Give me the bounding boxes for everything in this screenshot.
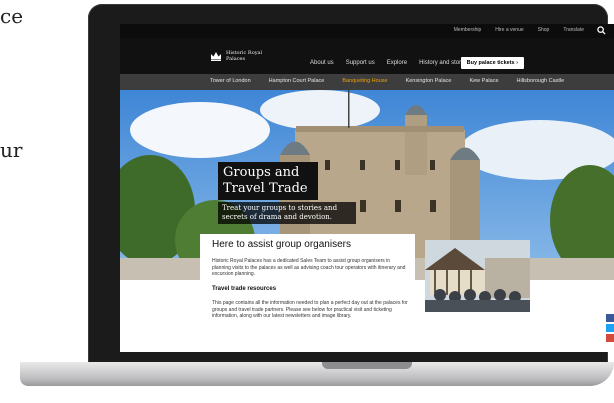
palace-link-hampton-court[interactable]: Hampton Court Palace xyxy=(269,78,325,84)
laptop-base xyxy=(20,362,614,386)
hero-subtitle: Treat your groups to stories and secrets… xyxy=(218,202,356,224)
nav-support-us[interactable]: Support us xyxy=(346,60,375,66)
utility-nav: Membership Hire a venue Shop Translate xyxy=(454,27,584,33)
search-icon[interactable] xyxy=(597,26,606,35)
twitter-icon[interactable] xyxy=(606,324,614,332)
chevron-right-icon: › xyxy=(516,60,518,66)
buy-tickets-label: Buy palace tickets xyxy=(466,60,515,66)
palace-link-tower-of-london[interactable]: Tower of London xyxy=(210,78,251,84)
laptop-notch xyxy=(322,362,412,369)
group-photo xyxy=(425,240,530,312)
section-heading: Travel trade resources xyxy=(212,286,277,292)
content-card: Here to assist group organisers Historic… xyxy=(200,234,415,352)
utility-bar: Membership Hire a venue Shop Translate xyxy=(120,24,614,38)
main-nav: About us Support us Explore History and … xyxy=(310,60,469,66)
palace-link-hillsborough[interactable]: Hillsborough Castle xyxy=(517,78,565,84)
crown-logo-icon[interactable] xyxy=(210,50,222,62)
hero-title: Groups and Travel Trade xyxy=(218,162,318,200)
palace-link-kensington[interactable]: Kensington Palace xyxy=(406,78,452,84)
logo-text[interactable]: Historic Royal Palaces xyxy=(226,50,266,62)
palace-link-kew[interactable]: Kew Palace xyxy=(469,78,498,84)
laptop-screen: Membership Hire a venue Shop Translate H… xyxy=(120,24,614,352)
body-paragraph: This page contains all the information n… xyxy=(212,300,408,319)
main-header: Historic Royal Palaces About us Support … xyxy=(120,38,614,74)
palace-nav: Tower of London Hampton Court Palace Ban… xyxy=(210,78,564,84)
nav-about-us[interactable]: About us xyxy=(310,60,334,66)
utility-link-hire[interactable]: Hire a venue xyxy=(495,27,523,33)
side-text-line1: ce xyxy=(0,4,24,28)
palace-link-banqueting-house[interactable]: Banqueting House xyxy=(342,78,387,84)
content-title: Here to assist group organisers xyxy=(212,239,351,250)
side-text-line2: ur xyxy=(0,138,23,162)
facebook-icon[interactable] xyxy=(606,314,614,322)
palace-nav-bar: Tower of London Hampton Court Palace Ban… xyxy=(120,74,614,90)
share-icon[interactable] xyxy=(606,334,614,342)
group-photo-image xyxy=(425,240,530,312)
nav-explore[interactable]: Explore xyxy=(387,60,407,66)
utility-link-membership[interactable]: Membership xyxy=(454,27,482,33)
intro-paragraph: Historic Royal Palaces has a dedicated S… xyxy=(212,258,406,277)
utility-link-shop[interactable]: Shop xyxy=(538,27,550,33)
buy-tickets-button[interactable]: Buy palace tickets › xyxy=(460,57,524,69)
utility-link-translate[interactable]: Translate xyxy=(563,27,584,33)
